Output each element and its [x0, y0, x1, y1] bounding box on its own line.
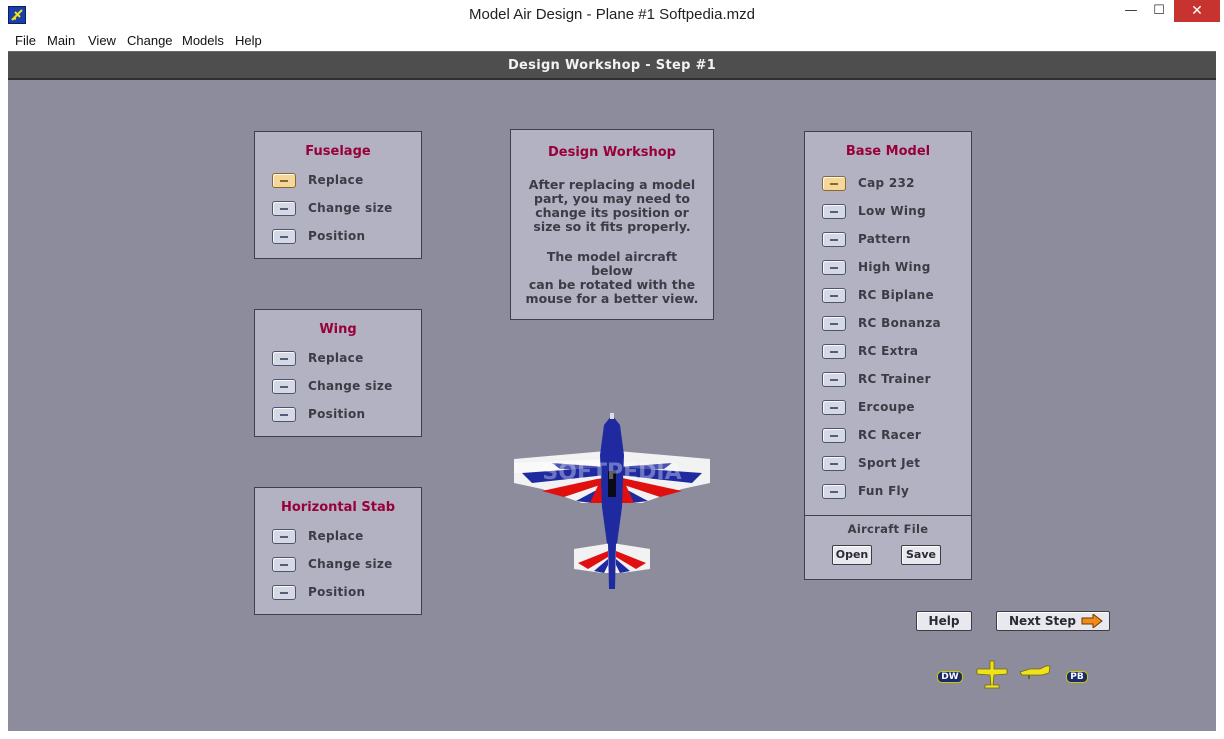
menu-models[interactable]: Models [182, 33, 224, 48]
option-label: Replace [308, 529, 364, 543]
hstab-change-size-button[interactable] [272, 557, 296, 572]
base-model-panel: Base Model Cap 232 Low Wing Pattern High… [804, 131, 972, 580]
model-label: High Wing [858, 260, 931, 274]
info-line: part, you may need to [534, 191, 690, 206]
fuselage-position-button[interactable] [272, 229, 296, 244]
aircraft-file-label: Aircraft File [847, 522, 929, 536]
fuselage-replace-button[interactable] [272, 173, 296, 188]
option-label: Change size [308, 201, 393, 215]
model-label: RC Extra [858, 344, 919, 358]
option-label: Position [308, 407, 366, 421]
horizontal-stab-panel: Horizontal Stab Replace Change size Posi… [254, 487, 422, 615]
model-label: RC Biplane [858, 288, 934, 302]
horizontal-stab-title: Horizontal Stab [280, 500, 396, 515]
option-label: Replace [308, 351, 364, 365]
model-select-button[interactable] [822, 204, 846, 219]
open-button[interactable]: Open [832, 545, 872, 565]
hstab-position-button[interactable] [272, 585, 296, 600]
help-button[interactable]: Help [916, 611, 972, 631]
wing-panel: Wing Replace Change size Position [254, 309, 422, 437]
model-select-button[interactable] [822, 456, 846, 471]
model-label: Fun Fly [858, 484, 910, 498]
model-label: Pattern [858, 232, 911, 246]
next-step-button[interactable]: Next Step [996, 611, 1110, 631]
model-select-button[interactable] [822, 288, 846, 303]
menu-change[interactable]: Change [127, 33, 173, 48]
menu-view[interactable]: View [88, 33, 116, 48]
wing-replace-button[interactable] [272, 351, 296, 366]
option-label: Position [308, 585, 366, 599]
maximize-icon[interactable]: ☐ [1145, 0, 1173, 22]
workspace: Design Workshop - Step #1 Fuselage Repla… [8, 51, 1216, 731]
info-line: mouse for a better view. [525, 291, 699, 306]
aircraft-model-image[interactable]: SOFTPEDIA [512, 411, 712, 597]
model-select-button[interactable] [822, 232, 846, 247]
menu-file[interactable]: File [15, 33, 36, 48]
model-select-button[interactable] [822, 484, 846, 499]
page-title: Design Workshop - Step #1 [8, 51, 1216, 80]
option-label: Change size [308, 379, 393, 393]
fuselage-panel: Fuselage Replace Change size Position [254, 131, 422, 259]
minimize-icon[interactable]: — [1117, 0, 1145, 22]
info-paragraph-2: The model aircraft below can be rotated … [525, 250, 699, 306]
wing-position-button[interactable] [272, 407, 296, 422]
option-label: Change size [308, 557, 393, 571]
model-select-button[interactable] [822, 316, 846, 331]
info-paragraph-1: After replacing a model part, you may ne… [525, 178, 699, 234]
model-label: RC Trainer [858, 372, 931, 386]
watermark-text: SOFTPEDIA [542, 460, 681, 485]
model-select-button[interactable] [822, 372, 846, 387]
option-label: Position [308, 229, 366, 243]
menu-main[interactable]: Main [47, 33, 75, 48]
base-model-title: Base Model [845, 144, 931, 159]
model-select-button[interactable] [822, 400, 846, 415]
next-step-label: Next Step [1009, 614, 1076, 628]
model-label: RC Bonanza [858, 316, 941, 330]
title-bar: Model Air Design - Plane #1 Softpedia.mz… [0, 0, 1224, 31]
save-button[interactable]: Save [901, 545, 941, 565]
info-line: size so it fits properly. [533, 219, 691, 234]
menu-help[interactable]: Help [235, 33, 262, 48]
window-title: Model Air Design - Plane #1 Softpedia.mz… [469, 6, 755, 23]
info-title: Design Workshop [548, 145, 676, 160]
wing-title: Wing [319, 322, 357, 337]
wing-change-size-button[interactable] [272, 379, 296, 394]
plane-top-view-icon[interactable] [975, 659, 1009, 691]
model-select-button[interactable] [822, 260, 846, 275]
aircraft-3d-view[interactable]: SOFTPEDIA [512, 411, 712, 597]
model-label: Ercoupe [858, 400, 915, 414]
pb-view-badge[interactable]: PB [1066, 671, 1088, 683]
info-line: change its position or [535, 205, 689, 220]
info-line: can be rotated with the [528, 277, 696, 292]
info-line: The model aircraft below [546, 249, 678, 278]
model-label: RC Racer [858, 428, 922, 442]
menu-bar: File Main View Change Models Help [8, 31, 1216, 51]
plane-side-view-icon[interactable] [1018, 665, 1054, 681]
model-select-button[interactable] [822, 344, 846, 359]
model-select-button[interactable] [822, 428, 846, 443]
dw-view-badge[interactable]: DW [937, 671, 963, 683]
divider [805, 515, 971, 516]
fuselage-change-size-button[interactable] [272, 201, 296, 216]
option-label: Replace [308, 173, 364, 187]
info-panel: Design Workshop After replacing a model … [510, 129, 714, 320]
model-label: Sport Jet [858, 456, 921, 470]
model-label: Low Wing [858, 204, 927, 218]
arrow-right-icon [1081, 614, 1103, 628]
info-line: After replacing a model [528, 177, 696, 192]
hstab-replace-button[interactable] [272, 529, 296, 544]
close-icon[interactable]: ✕ [1174, 0, 1220, 22]
model-select-button[interactable] [822, 176, 846, 191]
fuselage-title: Fuselage [305, 144, 371, 159]
model-label: Cap 232 [858, 176, 915, 190]
